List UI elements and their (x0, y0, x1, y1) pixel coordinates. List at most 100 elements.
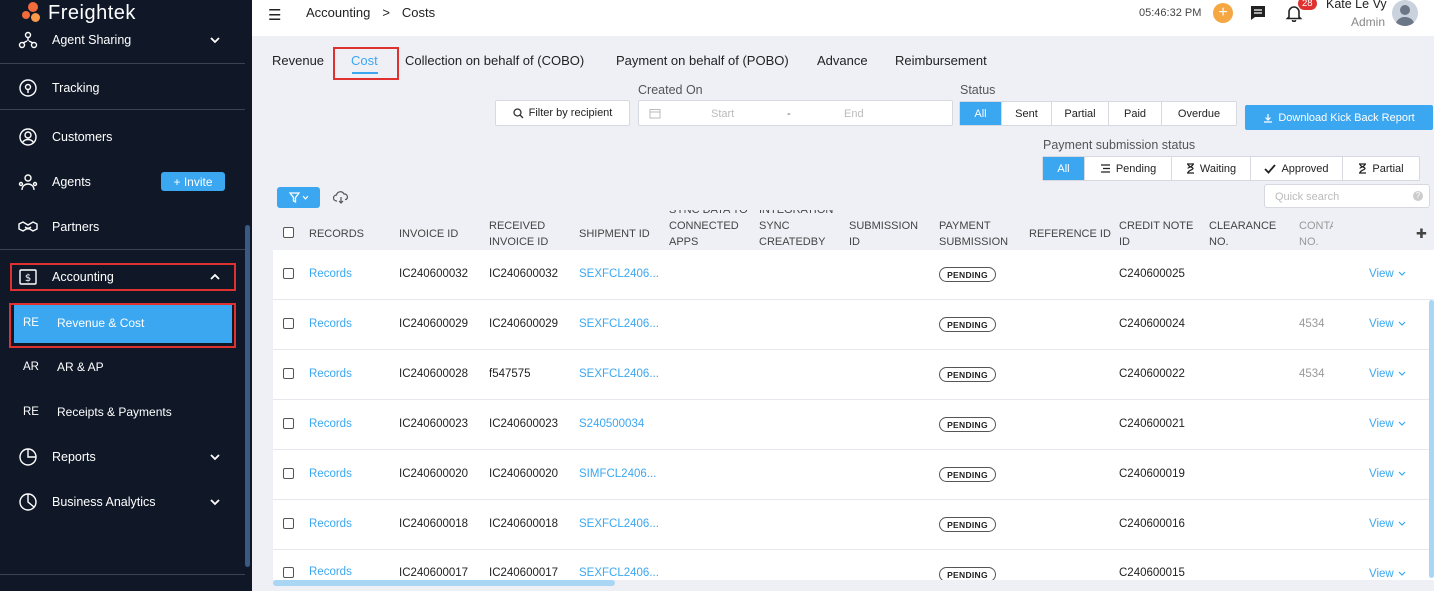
table-row[interactable]: Records IC240600018 IC240600018 SEXFCL24… (273, 500, 1434, 550)
column-header[interactable]: SHIPMENT ID (579, 226, 650, 242)
breadcrumb: Accounting > Costs (306, 5, 435, 20)
row-checkbox[interactable] (283, 468, 294, 479)
row-checkbox[interactable] (283, 418, 294, 429)
row-checkbox[interactable] (283, 518, 294, 529)
row-checkbox[interactable] (283, 318, 294, 329)
subitem-label: AR & AP (57, 360, 104, 374)
divider (0, 574, 245, 575)
invoice-id: IC240600023 (399, 418, 469, 430)
shipment-id-link[interactable]: SEXFCL2406... (579, 318, 659, 330)
records-link[interactable]: Records (309, 368, 352, 380)
status-overdue[interactable]: Overdue (1162, 102, 1236, 125)
column-header[interactable]: CONTAINER NO. (1299, 218, 1333, 250)
view-label: View (1369, 518, 1394, 530)
column-header[interactable]: RECORDS (309, 226, 364, 242)
sidebar-subitem-receipts-payments[interactable]: RE Receipts & Payments (0, 392, 245, 432)
row-checkbox[interactable] (283, 567, 294, 578)
add-column-icon[interactable]: ✚ (1416, 226, 1427, 242)
column-header[interactable]: INVOICE ID (399, 226, 458, 242)
shipment-id-link[interactable]: SEXFCL2406... (579, 368, 659, 380)
breadcrumb-item-accounting[interactable]: Accounting (306, 5, 370, 20)
shipment-id-link[interactable]: S240500034 (579, 418, 644, 430)
table-row[interactable]: Records IC240600028 f547575 SEXFCL2406..… (273, 350, 1434, 400)
view-button[interactable]: View (1369, 468, 1406, 480)
row-checkbox[interactable] (283, 368, 294, 379)
table-row[interactable]: Records IC240600029 IC240600029 SEXFCL24… (273, 300, 1434, 350)
created-on-date-range[interactable]: Start - End (638, 100, 953, 126)
tab-revenue[interactable]: Revenue (272, 53, 324, 68)
cloud-download-icon[interactable] (333, 191, 349, 205)
download-label: Download Kick Back Report (1278, 111, 1415, 124)
payment-status-all[interactable]: All (1043, 157, 1085, 180)
shipment-id-link[interactable]: SEXFCL2406... (579, 567, 659, 579)
sidebar-subitem-ar-ap[interactable]: AR AR & AP (0, 347, 245, 387)
column-header[interactable]: CLEARANCE NO. (1209, 218, 1289, 250)
column-header[interactable]: RECEIVED INVOICE ID (489, 218, 569, 250)
status-partial[interactable]: Partial (1052, 102, 1109, 125)
shipment-id-link[interactable]: SIMFCL2406... (579, 468, 656, 480)
status-sent[interactable]: Sent (1002, 102, 1052, 125)
column-header[interactable]: REFERENCE ID (1029, 226, 1111, 242)
view-button[interactable]: View (1369, 518, 1406, 530)
row-checkbox[interactable] (283, 268, 294, 279)
records-link[interactable]: Records (309, 418, 352, 430)
table-row[interactable]: Records IC240600017 IC240600017 SEXFCL24… (273, 550, 1434, 580)
menu-icon[interactable]: ☰ (268, 6, 281, 24)
column-header[interactable]: CREDIT NOTE ID (1119, 218, 1199, 250)
credit-note-id: C240600015 (1119, 567, 1185, 579)
select-all-checkbox[interactable] (283, 227, 294, 238)
view-button[interactable]: View (1369, 268, 1406, 280)
user-role: Admin (1351, 15, 1386, 29)
payment-status-waiting[interactable]: Waiting (1172, 157, 1251, 180)
user-name[interactable]: Kate Le Vy (1326, 0, 1387, 11)
tab-cobo[interactable]: Collection on behalf of (COBO) (405, 53, 584, 68)
filter-by-recipient-button[interactable]: Filter by recipient (495, 100, 630, 126)
vertical-scrollbar[interactable] (1429, 300, 1434, 578)
sidebar-item-business-analytics[interactable]: Business Analytics (0, 479, 245, 524)
shipment-id-link[interactable]: SEXFCL2406... (579, 268, 659, 280)
tab-pobo[interactable]: Payment on behalf of (POBO) (616, 53, 789, 68)
analytics-icon (19, 492, 37, 511)
table-row[interactable]: Records IC240600020 IC240600020 SIMFCL24… (273, 450, 1434, 500)
view-button[interactable]: View (1369, 568, 1406, 580)
records-link[interactable]: Records (309, 566, 352, 578)
sidebar-item-reports[interactable]: Reports (0, 434, 245, 479)
records-link[interactable]: Records (309, 518, 352, 530)
sidebar-item-agent-sharing[interactable]: Agent Sharing (0, 17, 245, 62)
tab-advance[interactable]: Advance (817, 53, 868, 68)
payment-status-approved[interactable]: Approved (1251, 157, 1343, 180)
chat-icon[interactable] (1249, 4, 1267, 22)
payment-status-pending[interactable]: Pending (1085, 157, 1172, 180)
tab-reimbursement[interactable]: Reimbursement (895, 53, 987, 68)
sidebar-scrollbar[interactable] (245, 225, 250, 567)
records-link[interactable]: Records (309, 268, 352, 280)
view-button[interactable]: View (1369, 318, 1406, 330)
column-header[interactable]: INTEGRATION SYNC CREATEDBY (759, 210, 839, 250)
view-button[interactable]: View (1369, 418, 1406, 430)
quick-search-input[interactable]: Quick search ? (1264, 184, 1430, 208)
subitem-label: Receipts & Payments (57, 405, 172, 419)
records-link[interactable]: Records (309, 318, 352, 330)
sidebar-item-partners[interactable]: Partners (0, 204, 245, 249)
sidebar-item-tracking[interactable]: Tracking (0, 65, 245, 110)
download-kick-back-report-button[interactable]: Download Kick Back Report (1245, 105, 1433, 130)
table-row[interactable]: Records IC240600032 IC240600032 SEXFCL24… (273, 250, 1434, 300)
shipment-id-link[interactable]: SEXFCL2406... (579, 518, 659, 530)
records-link[interactable]: Records (309, 468, 352, 480)
column-header[interactable]: PAYMENT SUBMISSION (939, 218, 1019, 250)
add-icon[interactable]: + (1213, 3, 1233, 23)
status-paid[interactable]: Paid (1109, 102, 1162, 125)
view-button[interactable]: View (1369, 368, 1406, 380)
avatar[interactable] (1392, 0, 1418, 26)
chevron-down-icon (1398, 471, 1406, 476)
sidebar-item-customers[interactable]: Customers (0, 114, 245, 159)
status-all[interactable]: All (960, 102, 1002, 125)
help-icon[interactable]: ? (1413, 191, 1423, 201)
horizontal-scrollbar[interactable] (273, 580, 615, 586)
column-header[interactable]: SYNC DATA TO CONNECTED APPS (669, 210, 754, 250)
table-row[interactable]: Records IC240600023 IC240600023 S2405000… (273, 400, 1434, 450)
invite-button[interactable]: + Invite (161, 172, 225, 191)
filter-toggle-button[interactable] (277, 187, 320, 208)
payment-status-partial[interactable]: Partial (1343, 157, 1419, 180)
column-header[interactable]: SUBMISSION ID (849, 218, 929, 250)
